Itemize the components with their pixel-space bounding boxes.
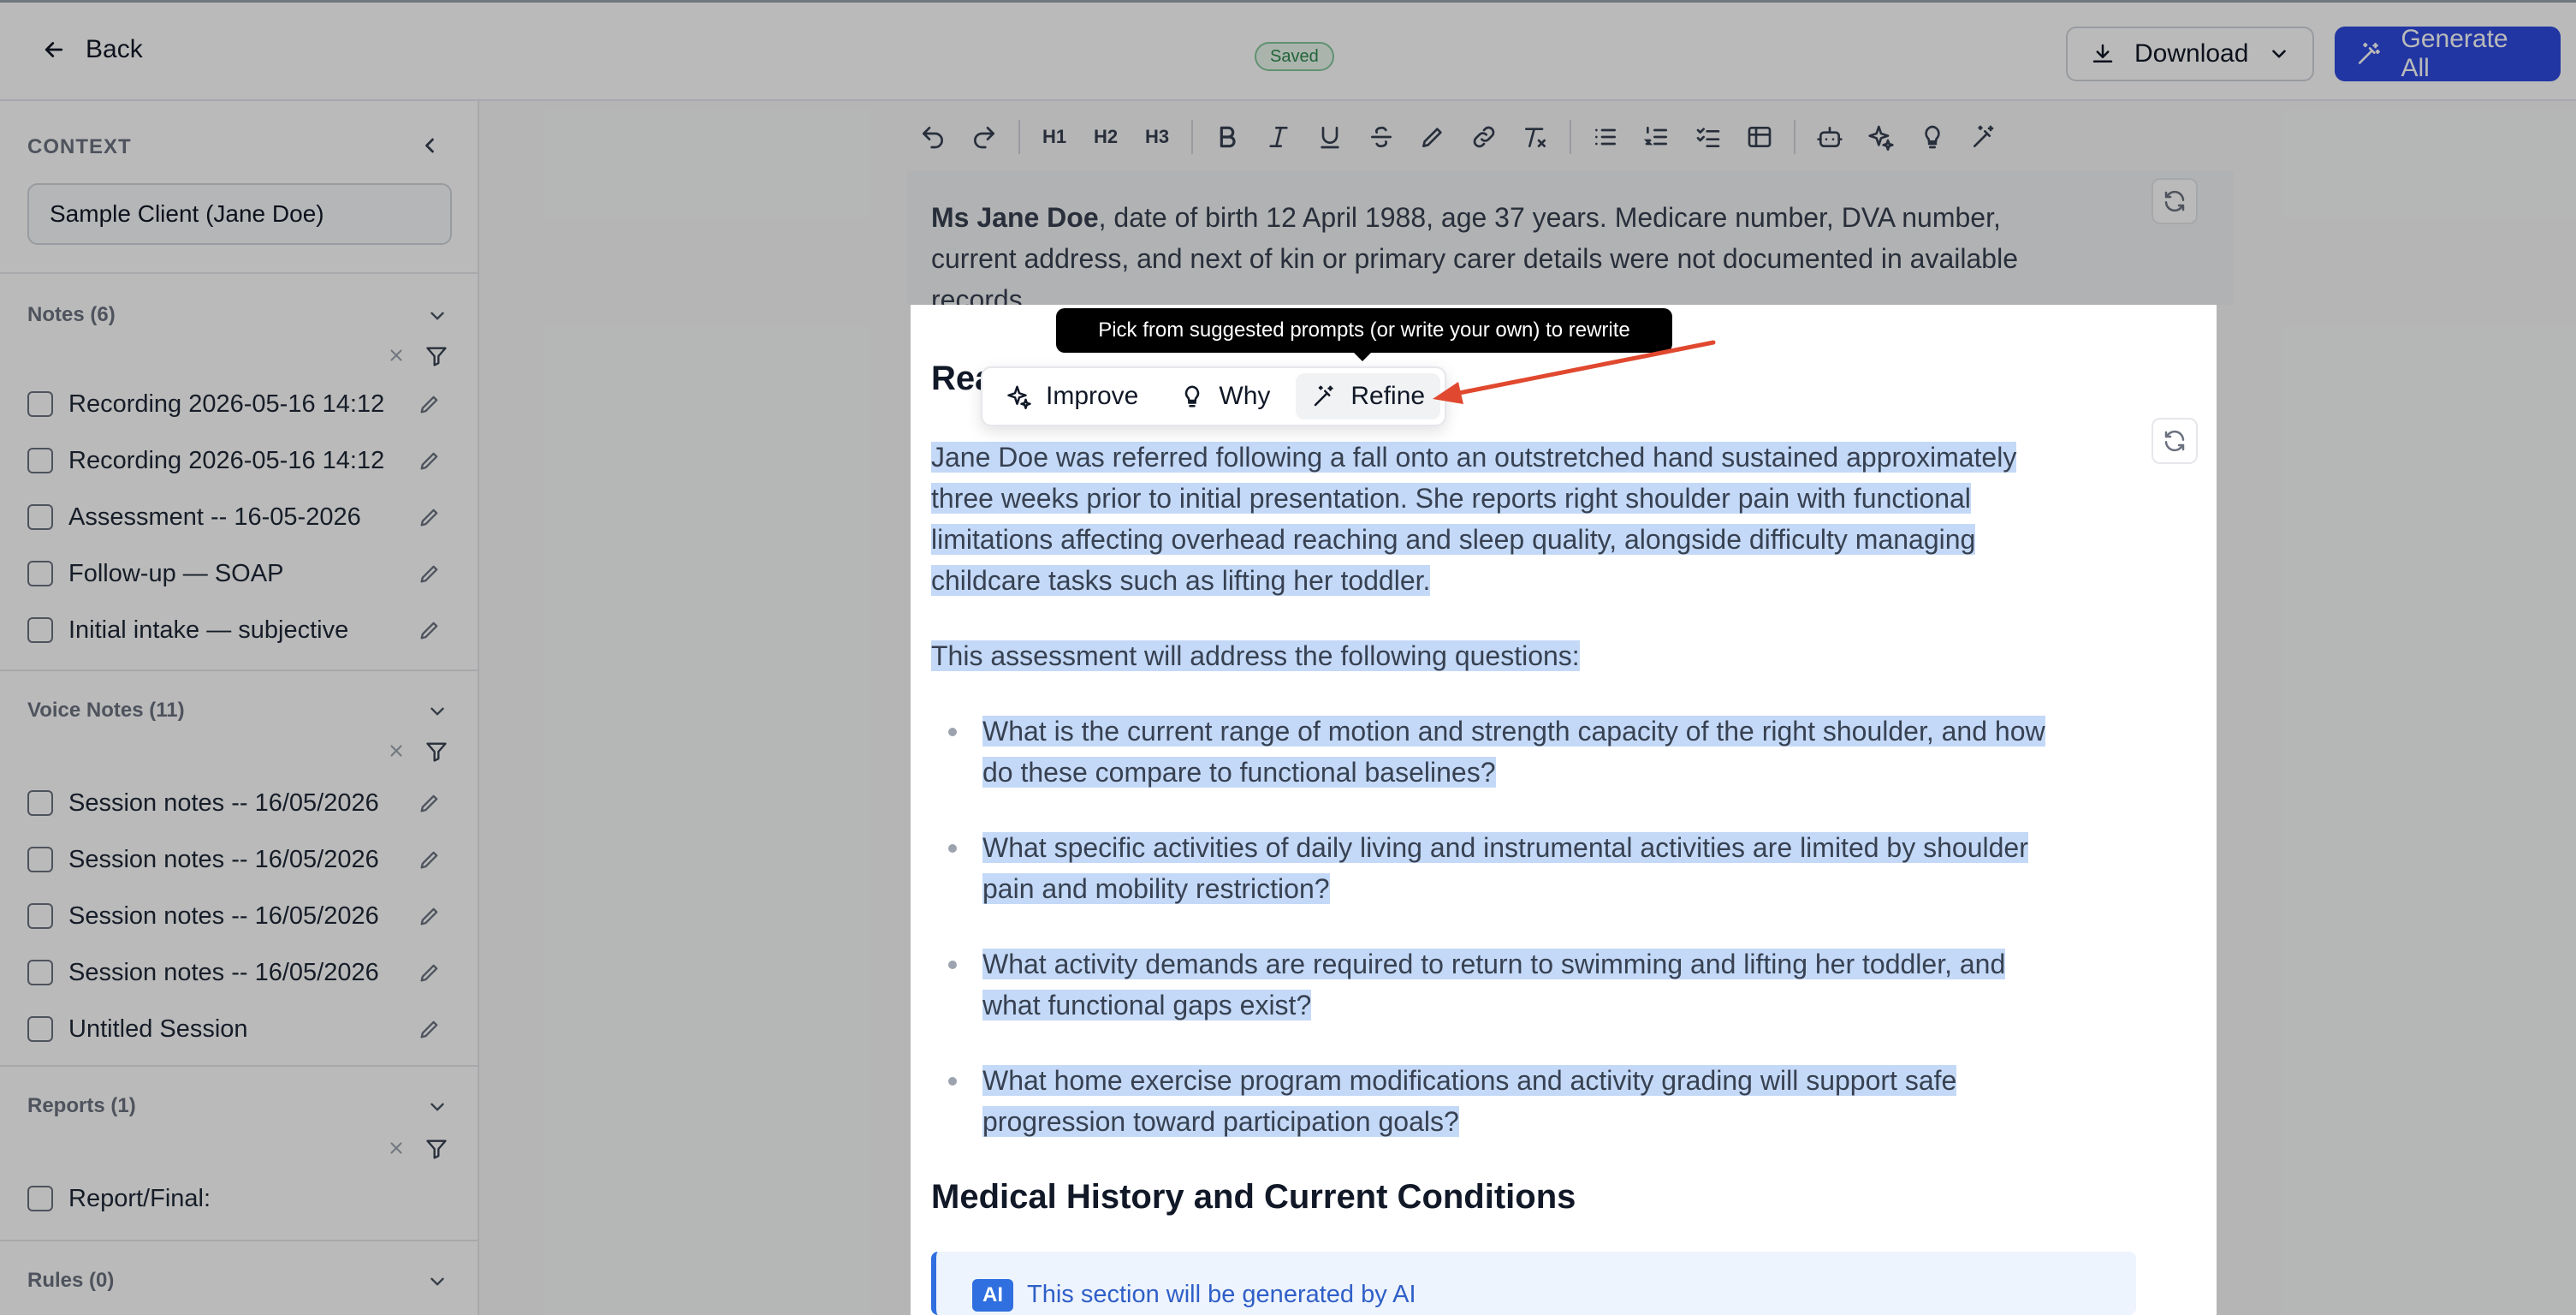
list-item[interactable]: What home exercise program modifications… [982, 1060, 1957, 1142]
questions-intro-paragraph[interactable]: This assessment will address the followi… [931, 635, 1580, 676]
dim-overlay [2217, 305, 2576, 1315]
dim-overlay [0, 305, 911, 1315]
selection-bubble-menu: Improve Why Refine [981, 366, 1446, 426]
regenerate-button[interactable] [2152, 418, 2198, 464]
list-bullet [948, 1077, 957, 1086]
list-item[interactable]: What specific activities of daily living… [982, 827, 2028, 909]
list-item[interactable]: What is the current range of motion and … [982, 711, 2045, 793]
lightbulb-icon [1185, 385, 1200, 408]
improve-button[interactable]: Improve [991, 373, 1154, 419]
refine-button[interactable]: Refine [1296, 373, 1441, 419]
refresh-icon [2164, 430, 2185, 452]
ai-placeholder-text: This section will be generated by AI [1027, 1281, 1416, 1308]
why-button[interactable]: Why [1164, 373, 1285, 419]
list-bullet [948, 961, 957, 969]
referral-paragraph[interactable]: Jane Doe was referred following a fall o… [931, 437, 2146, 601]
list-bullet [948, 844, 957, 853]
sparkles-icon [1007, 385, 1031, 409]
tooltip-caret [1352, 351, 1373, 361]
ai-badge: AI [972, 1279, 1013, 1312]
magic-wand-icon [1315, 385, 1333, 407]
dim-overlay [0, 0, 2576, 305]
list-item[interactable]: What activity demands are required to re… [982, 943, 2006, 1026]
section-heading-medical-history: Medical History and Current Conditions [931, 1178, 1576, 1216]
list-bullet [948, 728, 957, 736]
annotation-arrow [1433, 340, 1716, 404]
